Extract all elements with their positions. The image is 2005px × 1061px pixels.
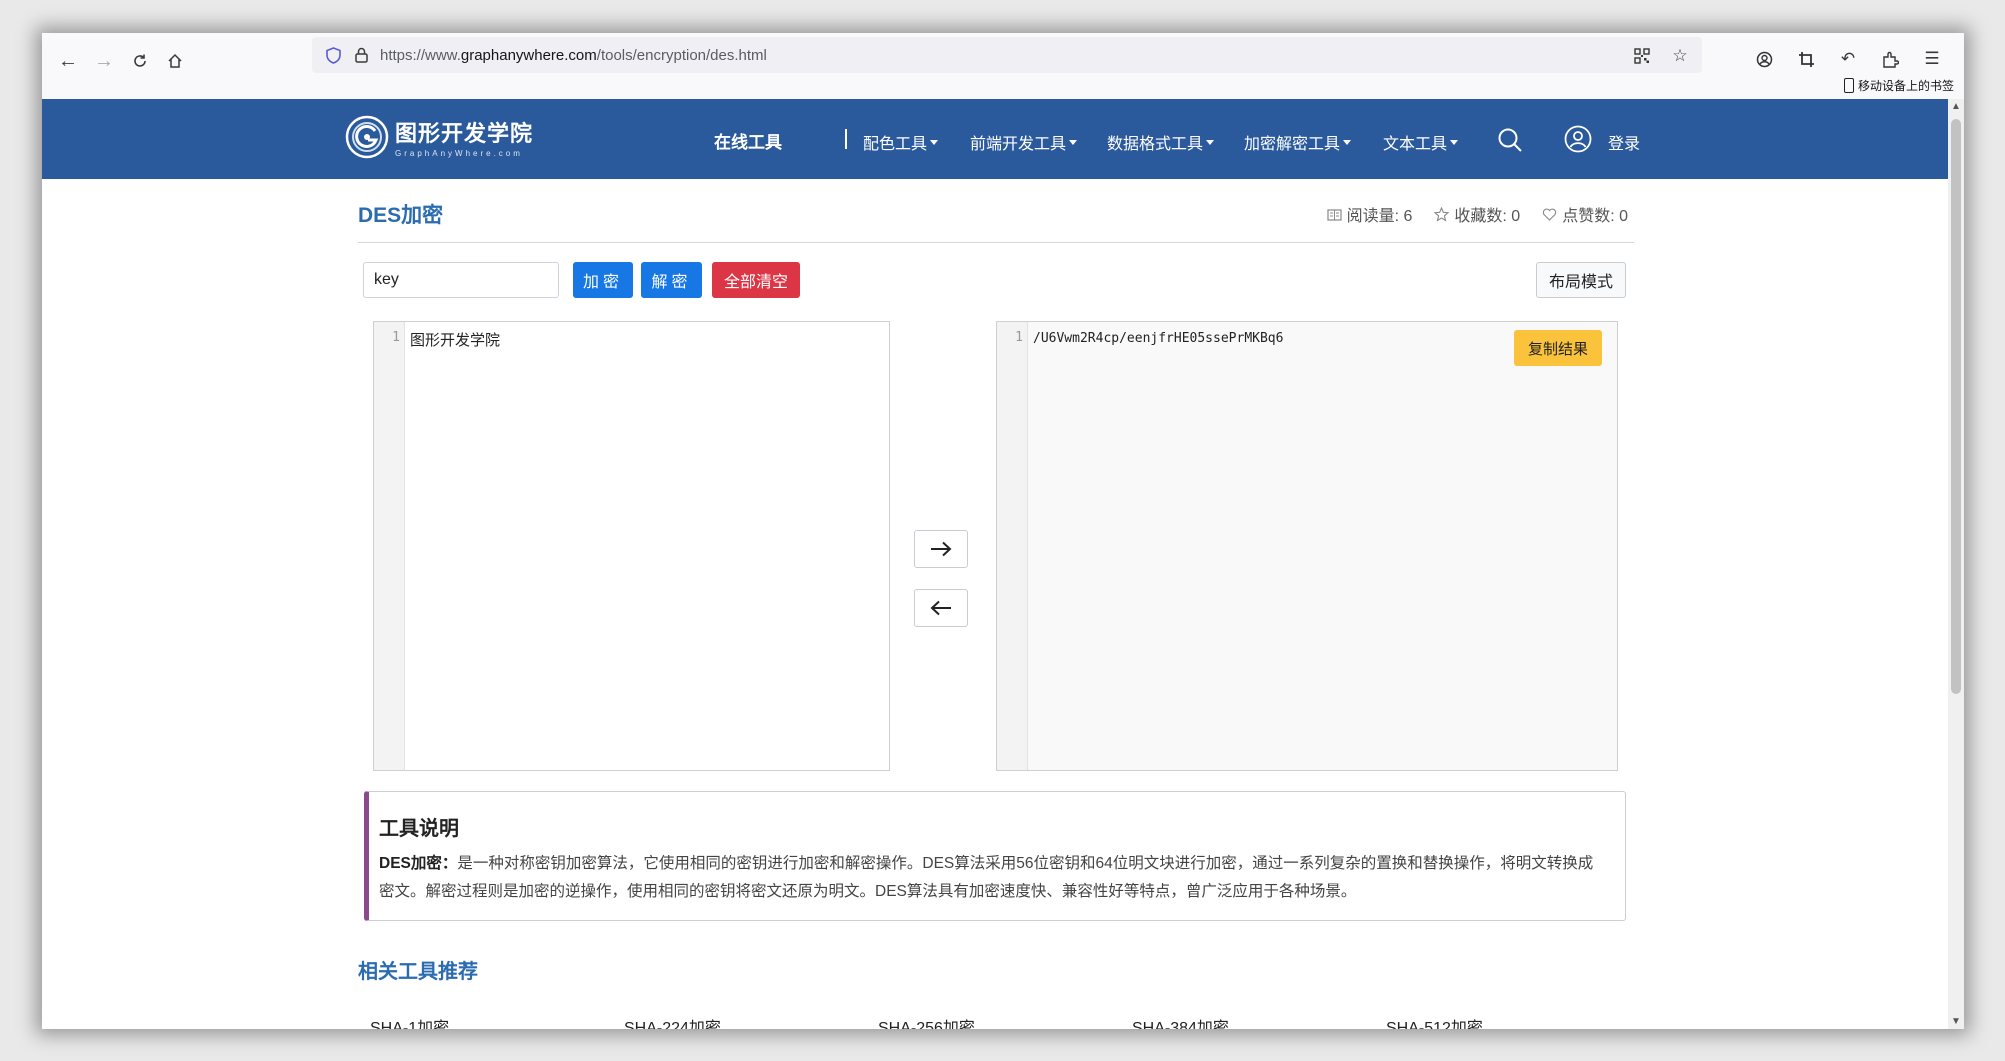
editor-gutter: 1 [374,322,405,770]
reload-icon[interactable] [126,47,154,75]
search-icon[interactable] [1497,127,1523,153]
heart-icon [1543,208,1557,221]
description-term: DES加密： [379,855,458,872]
page-content: 图形开发学院 GraphAnyWhere.com 在线工具 配色工具 前端开发工… [42,99,1948,1029]
url-bar[interactable]: https://www.graphanywhere.com/tools/encr… [312,37,1702,73]
phone-icon [1843,78,1854,93]
related-tool-sha1[interactable]: SHA-1加密 [370,1014,449,1029]
line-number: 1 [1015,330,1023,345]
layout-mode-button[interactable]: 布局模式 [1536,262,1626,298]
related-tool-sha512[interactable]: SHA-512加密 [1386,1014,1483,1029]
nav-crypto-tools[interactable]: 加密解密工具 [1244,130,1352,154]
page-title: DES加密 [358,204,444,227]
login-link[interactable]: 登录 [1608,130,1640,154]
dropdown-caret-icon [930,139,939,145]
browser-toolbar: ← → https://www.graphanywhere.com/tools/… [42,33,1964,100]
nav-text-tools[interactable]: 文本工具 [1383,130,1459,154]
user-icon[interactable] [1564,125,1592,153]
encrypt-button[interactable]: 加密 [573,262,633,298]
copy-result-button[interactable]: 复制结果 [1514,330,1602,366]
nav-online-tools[interactable]: 在线工具 [714,128,782,153]
description-text: DES加密：是一种对称密钥加密算法，它使用相同的密钥进行加密和解密操作。DES算… [379,855,1594,900]
site-navbar: 图形开发学院 GraphAnyWhere.com 在线工具 配色工具 前端开发工… [42,99,1948,179]
description-title: 工具说明 [379,818,459,840]
decrypt-arrow-button[interactable] [914,589,968,627]
scroll-thumb[interactable] [1951,119,1961,694]
nav-data-format-tools[interactable]: 数据格式工具 [1107,130,1215,154]
forward-icon[interactable]: → [90,47,118,75]
qr-code-icon[interactable] [1630,44,1654,68]
account-icon[interactable] [1752,47,1776,71]
tool-description: 工具说明 DES加密：是一种对称密钥加密算法，它使用相同的密钥进行加密和解密操作… [364,791,1626,921]
nav-divider [845,129,847,149]
related-tools-list: SHA-1加密 SHA-224加密 SHA-256加密 SHA-384加密 SH… [370,1014,1670,1029]
site-logo[interactable]: 图形开发学院 GraphAnyWhere.com [345,115,533,159]
page-stats: 阅读量: 6 收藏数: 0 点赞数: 0 [1327,202,1628,226]
arrow-left-icon [930,600,951,616]
arrow-right-icon [931,541,952,557]
encrypt-arrow-button[interactable] [914,530,968,568]
dropdown-caret-icon [1206,139,1215,145]
home-icon[interactable] [161,47,189,75]
ciphertext-line: /U6Vwm2R4cp/eenjfrHE05ssePrMKBq6 [1033,331,1284,346]
nav-color-tools[interactable]: 配色工具 [863,130,939,154]
logo-title: 图形开发学院 [395,121,534,146]
editor-gutter: 1 [997,322,1028,770]
related-tool-sha256[interactable]: SHA-256加密 [878,1014,975,1029]
decrypt-button[interactable]: 解密 [641,262,702,298]
read-count: 阅读量: 6 [1327,202,1412,226]
related-tools-title: 相关工具推荐 [358,961,478,983]
page-scrollbar[interactable]: ▲ ▼ [1948,99,1964,1029]
lock-icon[interactable] [352,46,370,64]
star-icon [1434,206,1450,222]
extensions-icon[interactable] [1878,47,1902,71]
scroll-up-icon[interactable]: ▲ [1948,101,1964,112]
title-divider [358,242,1634,243]
like-count[interactable]: 点赞数: 0 [1542,202,1628,226]
logo-subtitle: GraphAnyWhere.com [395,149,523,158]
bookmark-star-icon[interactable]: ☆ [1668,44,1692,68]
menu-icon[interactable]: ☰ [1920,47,1944,71]
ciphertext-editor[interactable]: 1 /U6Vwm2R4cp/eenjfrHE05ssePrMKBq6 复制结果 [996,321,1618,771]
favorite-count[interactable]: 收藏数: 0 [1434,202,1520,226]
clear-all-button[interactable]: 全部清空 [712,262,800,298]
browser-window: ← → https://www.graphanywhere.com/tools/… [42,33,1964,1029]
book-icon [1327,208,1342,221]
line-number: 1 [392,330,400,345]
undo-arrow-icon[interactable]: ↶ [1836,47,1860,71]
crop-screenshot-icon[interactable] [1794,47,1818,71]
plaintext-editor[interactable]: 1 图形开发学院 [373,321,890,771]
dropdown-caret-icon [1069,139,1078,145]
key-input[interactable] [363,262,559,298]
related-tool-sha224[interactable]: SHA-224加密 [624,1014,721,1029]
dropdown-caret-icon [1450,139,1459,145]
plaintext-line: 图形开发学院 [410,331,501,349]
logo-mark-icon [345,115,389,159]
scroll-down-icon[interactable]: ▼ [1948,1016,1964,1027]
mobile-bookmarks[interactable]: 移动设备上的书签 [1843,77,1954,94]
tracking-shield-icon[interactable] [324,46,342,64]
url-text: https://www.graphanywhere.com/tools/encr… [380,46,767,64]
related-tool-sha384[interactable]: SHA-384加密 [1132,1014,1229,1029]
back-icon[interactable]: ← [54,47,82,75]
dropdown-caret-icon [1343,139,1352,145]
nav-frontend-tools[interactable]: 前端开发工具 [970,130,1078,154]
